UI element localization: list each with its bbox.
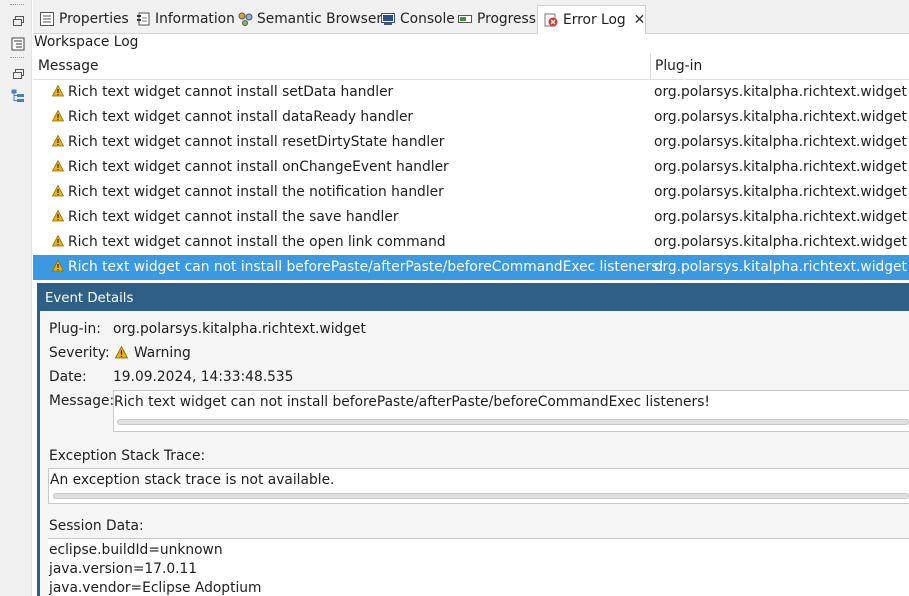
stack-trace-value: An exception stack trace is not availabl…: [50, 472, 335, 488]
log-plugin: org.polarsys.kitalpha.richtext.widget: [654, 259, 907, 275]
severity-label: Severity:: [49, 345, 110, 361]
log-message: Rich text widget cannot install onChange…: [68, 159, 449, 175]
log-message: Rich text widget cannot install the noti…: [68, 184, 444, 200]
tab-progress[interactable]: Progress: [452, 5, 536, 33]
log-row[interactable]: Rich text widget cannot install the open…: [33, 230, 909, 255]
log-row[interactable]: Rich text widget cannot install the noti…: [33, 180, 909, 205]
column-header-message[interactable]: Message: [38, 58, 98, 74]
stack-trace-text-area[interactable]: An exception stack trace is not availabl…: [48, 468, 909, 504]
warning-icon: [52, 235, 64, 247]
log-plugin: org.polarsys.kitalpha.richtext.widget: [654, 84, 907, 100]
properties-icon: [39, 11, 55, 27]
warning-icon: [52, 110, 64, 122]
event-details-panel: Event Details Plug-in: org.polarsys.kita…: [37, 283, 909, 596]
stack-trace-label: Exception Stack Trace:: [49, 448, 206, 464]
tab-label: Semantic Browser: [257, 11, 383, 27]
log-message: Rich text widget cannot install setData …: [68, 84, 394, 100]
log-plugin: org.polarsys.kitalpha.richtext.widget: [654, 159, 907, 175]
warning-icon: [52, 135, 64, 147]
session-line: eclipse.buildId=unknown: [49, 542, 223, 558]
restore-icon[interactable]: [11, 14, 25, 28]
progress-icon: [457, 11, 473, 27]
console-icon: [380, 11, 396, 27]
plugin-value: org.polarsys.kitalpha.richtext.widget: [113, 321, 366, 337]
event-details-title: Event Details: [40, 286, 909, 311]
session-data-label: Session Data:: [49, 518, 144, 534]
close-icon[interactable]: ✕: [634, 12, 646, 28]
trim-drag-handle[interactable]: [10, 4, 24, 6]
tab-properties[interactable]: Properties: [34, 5, 129, 33]
date-value: 19.09.2024, 14:33:48.535: [113, 369, 294, 385]
restore-icon-2[interactable]: [11, 67, 25, 81]
warning-icon: [52, 185, 64, 197]
warning-icon: [52, 210, 64, 222]
message-text-area[interactable]: Rich text widget can not install beforeP…: [113, 390, 909, 432]
column-header-plugin[interactable]: Plug-in: [655, 58, 702, 74]
workspace-log-label: Workspace Log: [34, 34, 139, 50]
session-line: java.vendor=Eclipse Adoptium: [49, 580, 262, 596]
log-message: Rich text widget can not install beforeP…: [68, 259, 664, 275]
message-value: Rich text widget can not install beforeP…: [114, 394, 710, 410]
log-message: Rich text widget cannot install the open…: [68, 234, 446, 250]
tab-information[interactable]: Information: [130, 5, 235, 33]
information-icon: [135, 11, 151, 27]
log-row[interactable]: Rich text widget cannot install resetDir…: [33, 130, 909, 155]
tab-label: Error Log: [563, 12, 626, 28]
column-divider[interactable]: [650, 54, 651, 80]
warning-icon: [52, 160, 64, 172]
log-plugin: org.polarsys.kitalpha.richtext.widget: [654, 209, 907, 225]
message-horizontal-scrollbar[interactable]: [117, 419, 909, 425]
view-tab-bar: Properties Information Semantic Browser …: [33, 0, 909, 34]
log-table-header: Message Plug-in: [33, 54, 909, 80]
tab-error-log[interactable]: Error Log ✕: [537, 5, 647, 34]
log-row[interactable]: Rich text widget cannot install setData …: [33, 80, 909, 105]
log-plugin: org.polarsys.kitalpha.richtext.widget: [654, 134, 907, 150]
tab-label: Console: [400, 11, 455, 27]
tab-label: Properties: [59, 11, 129, 27]
log-plugin: org.polarsys.kitalpha.richtext.widget: [654, 234, 907, 250]
session-data-text-area[interactable]: eclipse.buildId=unknown java.version=17.…: [48, 538, 909, 596]
log-message: Rich text widget cannot install dataRead…: [68, 109, 414, 125]
error-log-view: Properties Information Semantic Browser …: [0, 0, 909, 596]
severity-value: Warning: [134, 345, 191, 361]
log-plugin: org.polarsys.kitalpha.richtext.widget: [654, 109, 907, 125]
stack-trace-horizontal-scrollbar[interactable]: [53, 493, 909, 499]
hierarchy-view-icon[interactable]: [11, 89, 25, 103]
event-details-body: Plug-in: org.polarsys.kitalpha.richtext.…: [40, 311, 909, 596]
log-message: Rich text widget cannot install resetDir…: [68, 134, 445, 150]
warning-icon: [115, 346, 128, 359]
message-label: Message:: [49, 393, 115, 409]
date-label: Date:: [49, 369, 87, 385]
log-plugin: org.polarsys.kitalpha.richtext.widget: [654, 184, 907, 200]
log-row-selected[interactable]: Rich text widget can not install beforeP…: [33, 255, 909, 280]
warning-icon: [52, 85, 64, 97]
tab-label: Progress: [477, 11, 536, 27]
log-message: Rich text widget cannot install the save…: [68, 209, 399, 225]
warning-icon: [52, 260, 64, 272]
left-trim-stack: [0, 0, 32, 596]
error-log-icon: [543, 12, 559, 28]
trim-drag-handle-2[interactable]: [10, 57, 24, 59]
plugin-label: Plug-in:: [49, 321, 101, 337]
tab-console[interactable]: Console: [375, 5, 455, 33]
session-line: java.version=17.0.11: [49, 561, 198, 577]
tab-label: Information: [155, 11, 235, 27]
outline-view-icon[interactable]: [11, 37, 25, 51]
semantic-browser-icon: [237, 11, 253, 27]
log-row[interactable]: Rich text widget cannot install dataRead…: [33, 105, 909, 130]
tab-semantic-browser[interactable]: Semantic Browser: [232, 5, 382, 33]
log-row[interactable]: Rich text widget cannot install the save…: [33, 205, 909, 230]
log-row[interactable]: Rich text widget cannot install onChange…: [33, 155, 909, 180]
